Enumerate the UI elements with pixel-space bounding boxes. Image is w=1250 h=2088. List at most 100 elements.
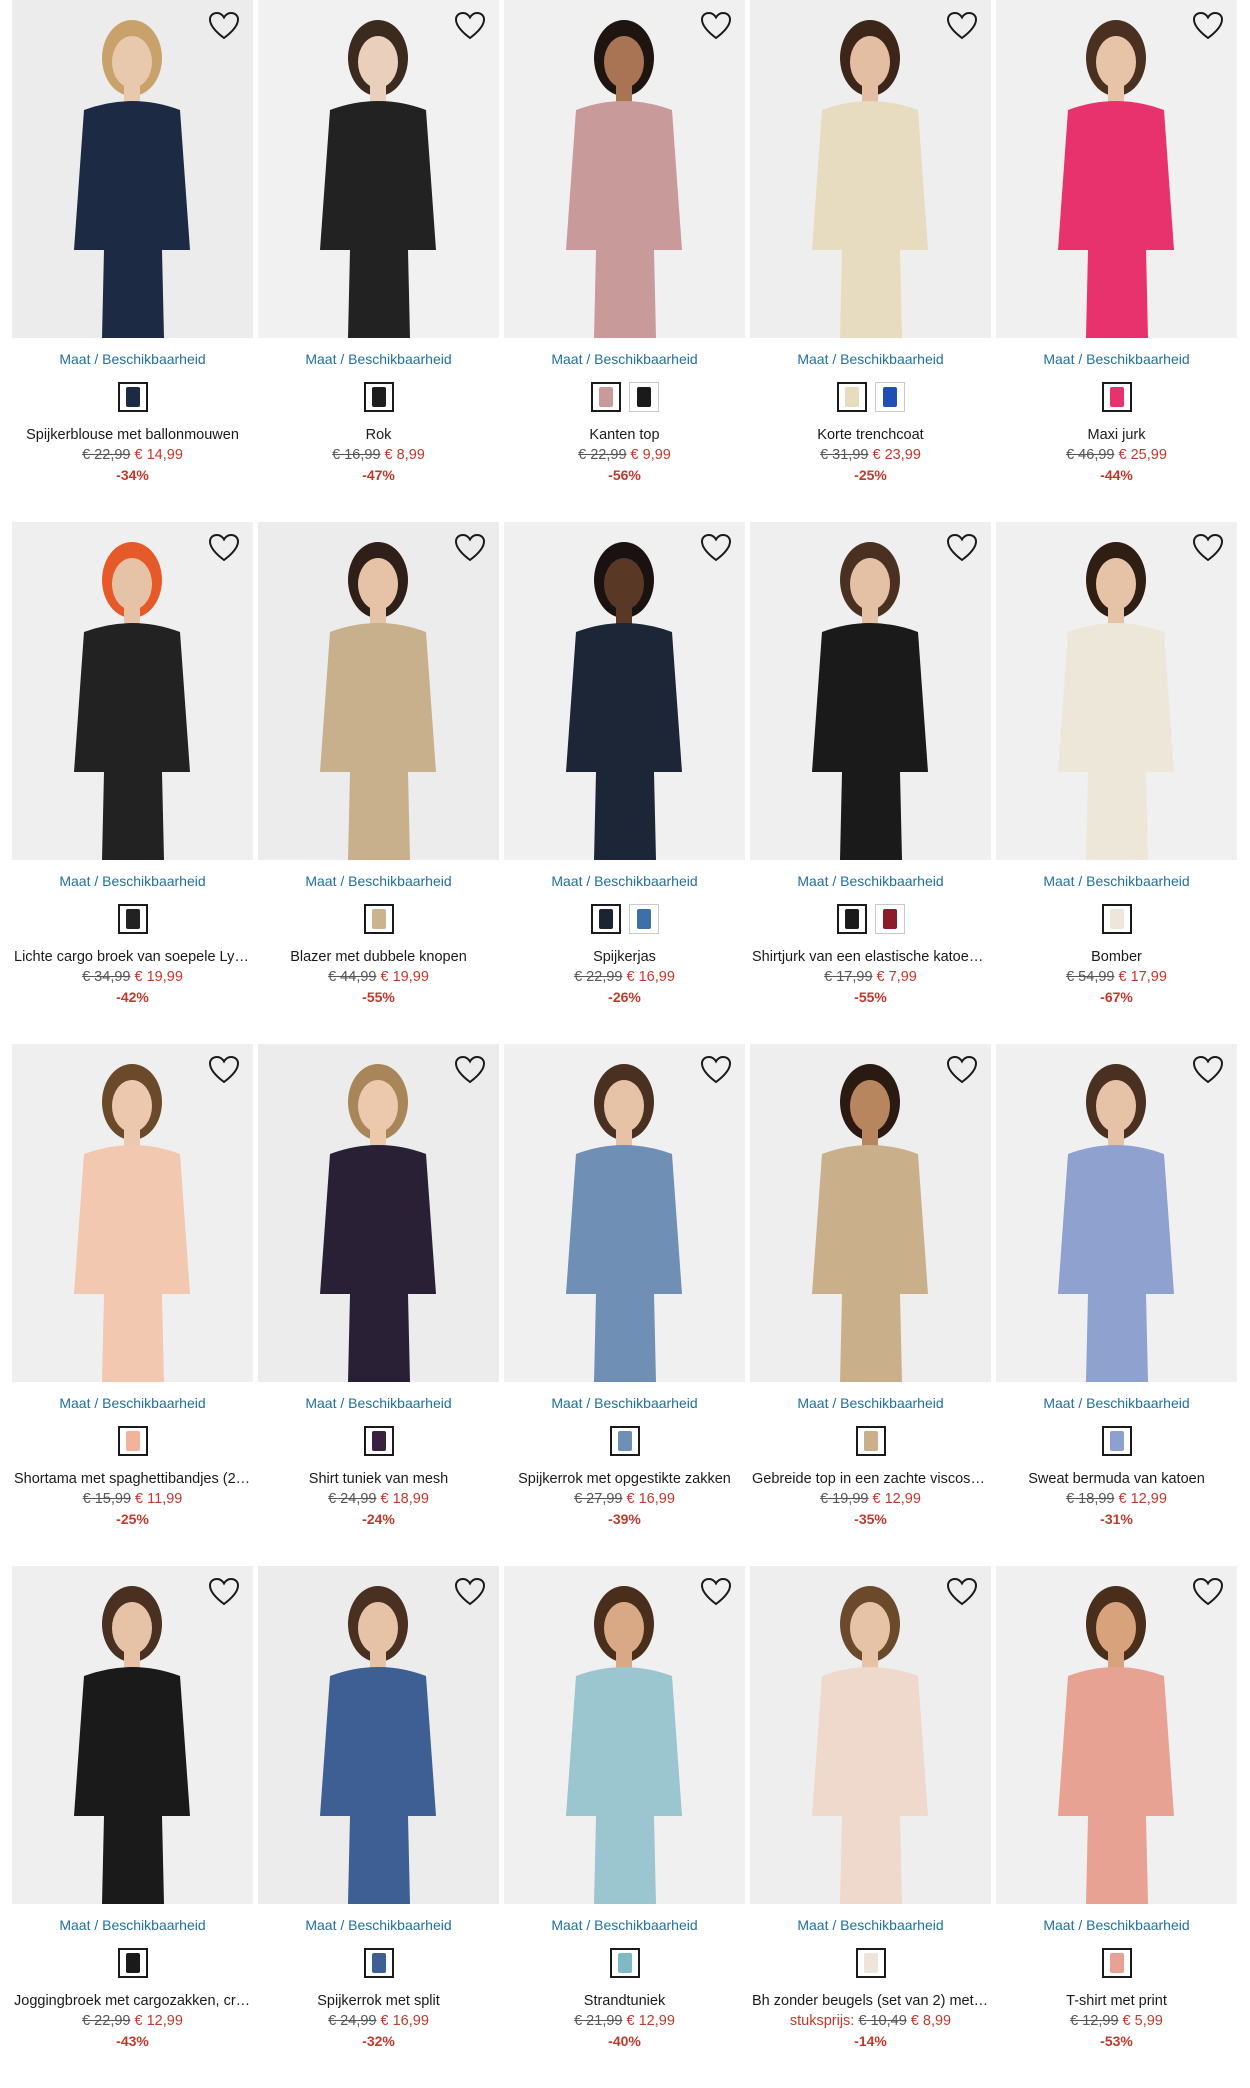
color-swatch[interactable] <box>836 382 867 412</box>
product-card[interactable]: Maat / Beschikbaarheid Gebreide top in e… <box>750 1044 991 1566</box>
color-swatch[interactable] <box>609 1948 640 1978</box>
product-name[interactable]: Lichte cargo broek van soepele Lyocell <box>12 947 253 967</box>
size-availability-link[interactable]: Maat / Beschikbaarheid <box>504 872 745 890</box>
size-availability-link[interactable]: Maat / Beschikbaarheid <box>12 1394 253 1412</box>
product-photo[interactable] <box>750 0 991 338</box>
product-card[interactable]: Maat / Beschikbaarheid Blazer met dubbel… <box>258 522 499 1044</box>
product-photo[interactable] <box>504 1044 745 1382</box>
color-swatch[interactable] <box>363 382 394 412</box>
wishlist-heart-button[interactable] <box>945 532 979 564</box>
product-photo[interactable] <box>258 522 499 860</box>
wishlist-heart-button[interactable] <box>453 10 487 42</box>
wishlist-heart-button[interactable] <box>699 10 733 42</box>
product-name[interactable]: Spijkerblouse met ballonmouwen <box>12 425 253 445</box>
product-card[interactable]: Maat / Beschikbaarheid Shirt tuniek van … <box>258 1044 499 1566</box>
color-swatch[interactable] <box>590 382 621 412</box>
product-name[interactable]: Gebreide top in een zachte viscose mix <box>750 1469 991 1489</box>
wishlist-heart-button[interactable] <box>453 1054 487 1086</box>
size-availability-link[interactable]: Maat / Beschikbaarheid <box>12 1916 253 1934</box>
wishlist-heart-button[interactable] <box>945 1576 979 1608</box>
product-name[interactable]: Maxi jurk <box>996 425 1237 445</box>
wishlist-heart-button[interactable] <box>207 1054 241 1086</box>
product-photo[interactable] <box>750 522 991 860</box>
color-swatch[interactable] <box>1101 904 1132 934</box>
color-swatch[interactable] <box>1101 382 1132 412</box>
wishlist-heart-button[interactable] <box>1191 1576 1225 1608</box>
product-name[interactable]: Blazer met dubbele knopen <box>258 947 499 967</box>
product-name[interactable]: Spijkerjas <box>504 947 745 967</box>
product-photo[interactable] <box>504 1566 745 1904</box>
color-swatch[interactable] <box>1101 1948 1132 1978</box>
product-card[interactable]: Maat / Beschikbaarheid Joggingbroek met … <box>12 1566 253 2088</box>
product-card[interactable]: Maat / Beschikbaarheid Korte trenchcoat … <box>750 0 991 522</box>
color-swatch[interactable] <box>117 1426 148 1456</box>
product-photo[interactable] <box>996 522 1237 860</box>
wishlist-heart-button[interactable] <box>699 532 733 564</box>
size-availability-link[interactable]: Maat / Beschikbaarheid <box>750 872 991 890</box>
product-name[interactable]: Spijkerrok met opgestikte zakken <box>504 1469 745 1489</box>
product-photo[interactable] <box>258 1044 499 1382</box>
product-photo[interactable] <box>258 0 499 338</box>
wishlist-heart-button[interactable] <box>699 1054 733 1086</box>
size-availability-link[interactable]: Maat / Beschikbaarheid <box>996 872 1237 890</box>
size-availability-link[interactable]: Maat / Beschikbaarheid <box>12 872 253 890</box>
size-availability-link[interactable]: Maat / Beschikbaarheid <box>12 350 253 368</box>
color-swatch[interactable] <box>628 382 659 412</box>
size-availability-link[interactable]: Maat / Beschikbaarheid <box>504 1916 745 1934</box>
product-card[interactable]: Maat / Beschikbaarheid Lichte cargo broe… <box>12 522 253 1044</box>
product-card[interactable]: Maat / Beschikbaarheid Spijkerblouse met… <box>12 0 253 522</box>
product-card[interactable]: Maat / Beschikbaarheid Strandtuniek € 21… <box>504 1566 745 2088</box>
product-name[interactable]: Shirtjurk van een elastische katoen mix <box>750 947 991 967</box>
color-swatch[interactable] <box>117 1948 148 1978</box>
product-card[interactable]: Maat / Beschikbaarheid Spijkerrok met op… <box>504 1044 745 1566</box>
size-availability-link[interactable]: Maat / Beschikbaarheid <box>258 350 499 368</box>
color-swatch[interactable] <box>363 1948 394 1978</box>
product-name[interactable]: Rok <box>258 425 499 445</box>
size-availability-link[interactable]: Maat / Beschikbaarheid <box>996 1394 1237 1412</box>
product-card[interactable]: Maat / Beschikbaarheid Shortama met spag… <box>12 1044 253 1566</box>
size-availability-link[interactable]: Maat / Beschikbaarheid <box>258 872 499 890</box>
color-swatch[interactable] <box>590 904 621 934</box>
wishlist-heart-button[interactable] <box>453 1576 487 1608</box>
product-photo[interactable] <box>12 522 253 860</box>
wishlist-heart-button[interactable] <box>207 1576 241 1608</box>
product-card[interactable]: Maat / Beschikbaarheid Maxi jurk € 46,99… <box>996 0 1237 522</box>
product-name[interactable]: Strandtuniek <box>504 1991 745 2011</box>
product-photo[interactable] <box>996 0 1237 338</box>
product-name[interactable]: Korte trenchcoat <box>750 425 991 445</box>
size-availability-link[interactable]: Maat / Beschikbaarheid <box>258 1916 499 1934</box>
color-swatch[interactable] <box>836 904 867 934</box>
color-swatch[interactable] <box>855 1426 886 1456</box>
product-photo[interactable] <box>12 0 253 338</box>
wishlist-heart-button[interactable] <box>1191 532 1225 564</box>
color-swatch[interactable] <box>874 382 905 412</box>
wishlist-heart-button[interactable] <box>945 1054 979 1086</box>
product-card[interactable]: Maat / Beschikbaarheid Bh zonder beugels… <box>750 1566 991 2088</box>
product-card[interactable]: Maat / Beschikbaarheid Kanten top € 22,9… <box>504 0 745 522</box>
color-swatch[interactable] <box>628 904 659 934</box>
product-name[interactable]: Shortama met spaghettibandjes (2-dlg. se… <box>12 1469 253 1489</box>
product-name[interactable]: Joggingbroek met cargozakken, cropped <box>12 1991 253 2011</box>
size-availability-link[interactable]: Maat / Beschikbaarheid <box>504 1394 745 1412</box>
product-name[interactable]: Kanten top <box>504 425 745 445</box>
color-swatch[interactable] <box>363 1426 394 1456</box>
product-name[interactable]: Shirt tuniek van mesh <box>258 1469 499 1489</box>
color-swatch[interactable] <box>1101 1426 1132 1456</box>
product-name[interactable]: T-shirt met print <box>996 1991 1237 2011</box>
color-swatch[interactable] <box>609 1426 640 1456</box>
color-swatch[interactable] <box>874 904 905 934</box>
product-name[interactable]: Bh zonder beugels (set van 2) met bio-ka… <box>750 1991 991 2011</box>
product-card[interactable]: Maat / Beschikbaarheid Bomber € 54,99 € … <box>996 522 1237 1044</box>
size-availability-link[interactable]: Maat / Beschikbaarheid <box>750 350 991 368</box>
product-card[interactable]: Maat / Beschikbaarheid Spijkerrok met sp… <box>258 1566 499 2088</box>
size-availability-link[interactable]: Maat / Beschikbaarheid <box>750 1916 991 1934</box>
product-card[interactable]: Maat / Beschikbaarheid Sweat bermuda van… <box>996 1044 1237 1566</box>
product-photo[interactable] <box>12 1566 253 1904</box>
product-card[interactable]: Maat / Beschikbaarheid Rok € 16,99 € 8,9… <box>258 0 499 522</box>
product-card[interactable]: Maat / Beschikbaarheid Spijkerjas € 22,9… <box>504 522 745 1044</box>
size-availability-link[interactable]: Maat / Beschikbaarheid <box>996 350 1237 368</box>
product-card[interactable]: Maat / Beschikbaarheid T-shirt met print… <box>996 1566 1237 2088</box>
color-swatch[interactable] <box>855 1948 886 1978</box>
size-availability-link[interactable]: Maat / Beschikbaarheid <box>750 1394 991 1412</box>
color-swatch[interactable] <box>363 904 394 934</box>
